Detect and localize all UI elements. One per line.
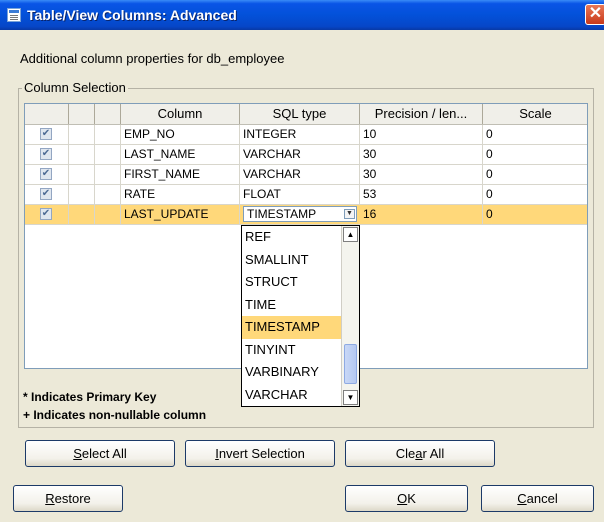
column-name[interactable]: EMP_NO — [121, 125, 240, 144]
dropdown-scrollbar[interactable]: ▲ ▼ — [341, 226, 359, 406]
header-pk — [69, 104, 95, 124]
non-nullable-note: + Indicates non-nullable column — [23, 408, 207, 422]
column-name[interactable]: LAST_NAME — [121, 145, 240, 164]
select-all-button[interactable]: Select All — [25, 440, 175, 467]
sql-type[interactable]: VARCHAR — [240, 145, 360, 164]
close-button[interactable]: ✕ — [585, 4, 604, 25]
restore-button[interactable]: Restore — [13, 485, 123, 512]
scale[interactable]: 0 — [483, 205, 587, 224]
scroll-down-icon[interactable]: ▼ — [343, 390, 358, 405]
precision[interactable]: 30 — [360, 165, 483, 184]
sql-type-dropdown[interactable]: REF SMALLINT STRUCT TIME TIMESTAMP TINYI… — [241, 225, 360, 407]
row-checkbox[interactable]: ✔ — [40, 148, 52, 160]
table-icon — [7, 8, 21, 22]
scroll-thumb[interactable] — [344, 344, 357, 384]
table-row[interactable]: ✔ LAST_NAME VARCHAR 30 0 — [25, 145, 587, 165]
title-bar[interactable]: Table/View Columns: Advanced ✕ — [0, 0, 604, 30]
table-row[interactable]: ✔ RATE FLOAT 53 0 — [25, 185, 587, 205]
primary-key-note: * Indicates Primary Key — [23, 390, 157, 404]
header-check — [25, 104, 69, 124]
sql-type-combobox[interactable]: TIMESTAMP ▼ — [243, 206, 357, 222]
precision[interactable]: 30 — [360, 145, 483, 164]
scale[interactable]: 0 — [483, 165, 587, 184]
precision[interactable]: 16 — [360, 205, 483, 224]
sql-type[interactable]: VARCHAR — [240, 165, 360, 184]
sql-type[interactable]: FLOAT — [240, 185, 360, 204]
description-text: Additional column properties for db_empl… — [20, 51, 285, 66]
table-row[interactable]: ✔ EMP_NO INTEGER 10 0 — [25, 125, 587, 145]
sql-type-value: TIMESTAMP — [247, 207, 317, 221]
sql-type[interactable]: INTEGER — [240, 125, 360, 144]
scroll-up-icon[interactable]: ▲ — [343, 227, 358, 242]
scale[interactable]: 0 — [483, 145, 587, 164]
scale[interactable]: 0 — [483, 185, 587, 204]
column-name[interactable]: LAST_UPDATE — [121, 205, 240, 224]
header-nn — [95, 104, 121, 124]
header-sql-type[interactable]: SQL type — [240, 104, 360, 124]
cancel-button[interactable]: Cancel — [481, 485, 594, 512]
precision[interactable]: 53 — [360, 185, 483, 204]
table-header: Column SQL type Precision / len... Scale — [25, 104, 587, 125]
ok-button[interactable]: OK — [345, 485, 468, 512]
group-label: Column Selection — [22, 80, 128, 95]
invert-selection-button[interactable]: Invert Selection — [185, 440, 335, 467]
chevron-down-icon[interactable]: ▼ — [344, 209, 355, 219]
window-title: Table/View Columns: Advanced — [27, 7, 237, 23]
header-column[interactable]: Column — [121, 104, 240, 124]
header-precision[interactable]: Precision / len... — [360, 104, 483, 124]
row-checkbox[interactable]: ✔ — [40, 128, 52, 140]
row-checkbox[interactable]: ✔ — [40, 168, 52, 180]
row-checkbox[interactable]: ✔ — [40, 188, 52, 200]
column-name[interactable]: FIRST_NAME — [121, 165, 240, 184]
table-row-selected[interactable]: ✔ LAST_UPDATE TIMESTAMP ▼ 16 0 — [25, 205, 587, 225]
table-row[interactable]: ✔ FIRST_NAME VARCHAR 30 0 — [25, 165, 587, 185]
row-checkbox[interactable]: ✔ — [40, 208, 52, 220]
clear-all-button[interactable]: Clear All — [345, 440, 495, 467]
scale[interactable]: 0 — [483, 125, 587, 144]
precision[interactable]: 10 — [360, 125, 483, 144]
header-scale[interactable]: Scale — [483, 104, 587, 124]
column-name[interactable]: RATE — [121, 185, 240, 204]
